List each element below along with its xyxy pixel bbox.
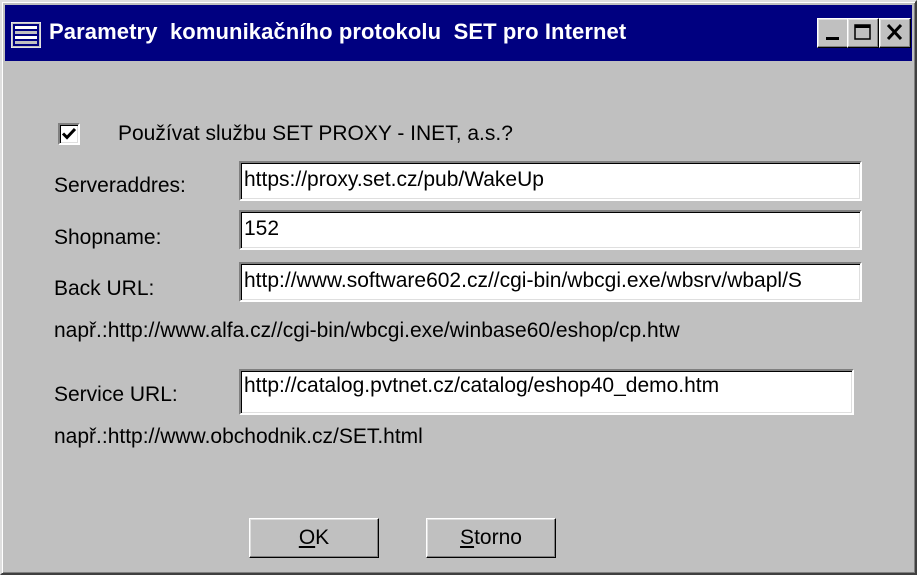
dialog-window: Parametry komunikačního protokolu SET pr… xyxy=(0,0,917,575)
cancel-label-rest: torno xyxy=(474,526,522,549)
close-button[interactable] xyxy=(879,18,911,48)
service-url-input[interactable] xyxy=(244,371,849,401)
service-url-label: Service URL: xyxy=(54,383,178,406)
dialog-icon[interactable] xyxy=(10,21,42,49)
maximize-button[interactable] xyxy=(847,18,879,48)
ok-button[interactable]: OK xyxy=(249,518,379,558)
minimize-button[interactable] xyxy=(817,18,849,48)
use-proxy-label[interactable]: Používat službu SET PROXY - INET, a.s.? xyxy=(118,122,513,146)
back-url-field[interactable] xyxy=(239,262,862,302)
shop-name-label: Shopname: xyxy=(54,226,162,249)
shop-name-field[interactable] xyxy=(239,210,862,250)
ok-mnemonic: O xyxy=(298,526,316,549)
back-url-input[interactable] xyxy=(244,265,857,297)
window-title: Parametry komunikačního protokolu SET pr… xyxy=(49,19,627,44)
title-bar[interactable]: Parametry komunikačního protokolu SET pr… xyxy=(5,5,912,61)
service-url-hint: např.:http://www.obchodnik.cz/SET.html xyxy=(54,425,423,448)
close-icon xyxy=(886,23,903,41)
ok-label-rest: K xyxy=(315,526,330,549)
maximize-icon xyxy=(854,24,871,40)
back-url-hint: např.:http://www.alfa.cz//cgi-bin/wbcgi.… xyxy=(54,319,680,342)
checkmark-icon xyxy=(61,127,77,140)
server-address-input[interactable] xyxy=(244,164,857,196)
use-proxy-checkbox[interactable] xyxy=(58,123,80,145)
minimize-icon xyxy=(826,37,839,40)
cancel-mnemonic: S xyxy=(460,526,475,549)
server-address-label: Serveraddres: xyxy=(54,174,186,197)
service-url-field[interactable] xyxy=(239,369,854,415)
cancel-button[interactable]: Storno xyxy=(426,518,556,558)
server-address-field[interactable] xyxy=(239,161,862,201)
shop-name-input[interactable] xyxy=(244,213,857,245)
back-url-label: Back URL: xyxy=(54,277,155,300)
